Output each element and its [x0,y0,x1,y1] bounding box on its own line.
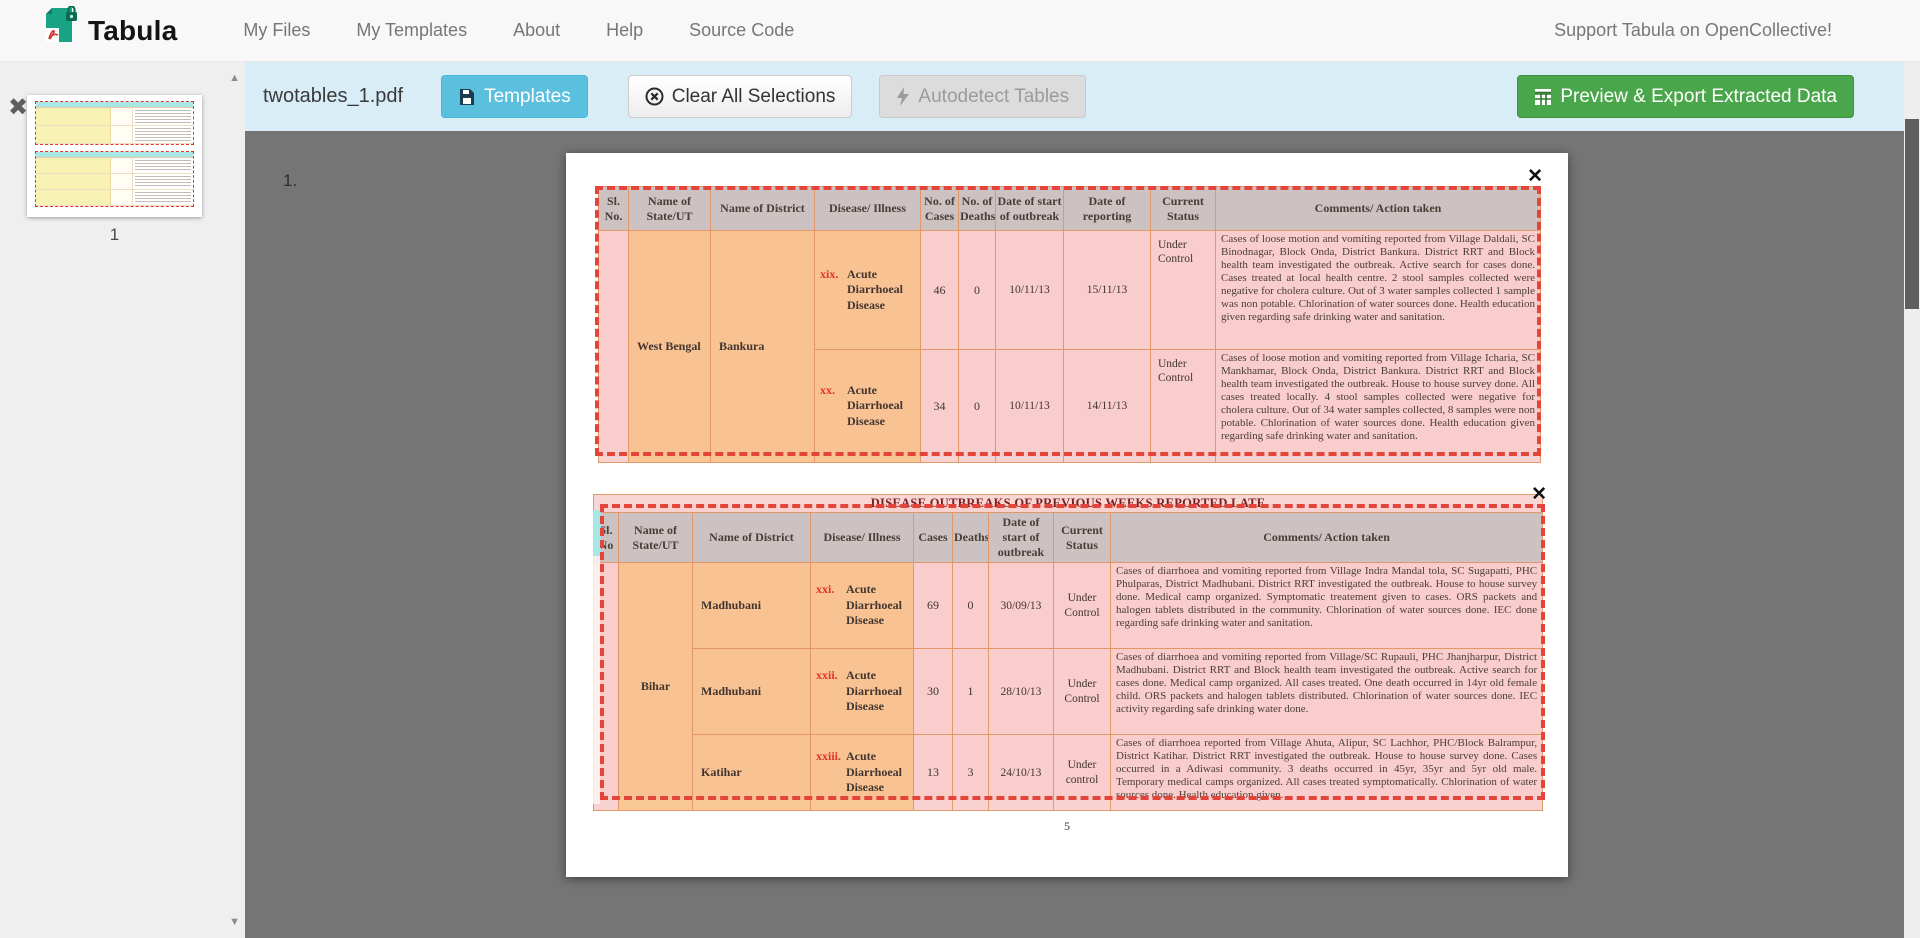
templates-button[interactable]: Templates [441,75,588,118]
thumb-selection-2 [35,151,194,207]
clear-all-selections-button[interactable]: Clear All Selections [628,75,853,118]
close-selection-1-icon[interactable]: ✕ [1527,165,1543,188]
untinted-body-sliver [593,556,600,804]
sidebar-thumbnails: ✖ 1 ▲ ▼ [0,62,245,938]
nav-links: My Files My Templates About Help Source … [243,20,794,41]
close-selection-2-icon[interactable]: ✕ [1531,483,1547,506]
tabula-logo-icon [42,6,78,55]
vertical-scrollbar[interactable] [1904,62,1920,938]
toolbar: twotables_1.pdf Templates Clear All Sele… [245,62,1904,131]
page-thumbnail[interactable] [27,95,202,217]
scrollbar-thumb[interactable] [1905,119,1919,309]
nav-item-about[interactable]: About [513,20,560,41]
thumb-selection-1 [35,101,194,145]
circled-x-icon [645,87,664,106]
nav-item-my-files[interactable]: My Files [243,20,310,41]
page-marker: 1. [283,171,297,191]
selection-overlay-2[interactable]: ✕ [600,504,1545,800]
nav-item-my-templates[interactable]: My Templates [356,20,467,41]
lightning-icon [896,87,910,106]
document-filename: twotables_1.pdf [263,85,403,108]
sidebar-scroll-up-icon[interactable]: ▲ [229,72,240,84]
preview-export-button[interactable]: Preview & Export Extracted Data [1517,75,1854,118]
nav-item-source-code[interactable]: Source Code [689,20,794,41]
tabula-app: Tabula My Files My Templates About Help … [0,0,1920,938]
pdf-page-number: 5 [566,819,1568,834]
pdf-page[interactable]: Sl. No. Name of State/UT Name of Distric… [566,153,1568,877]
spreadsheet-icon [1534,88,1552,106]
navbar: Tabula My Files My Templates About Help … [0,0,1920,62]
nav-item-help[interactable]: Help [606,20,643,41]
template-icon [458,88,476,106]
brand-title: Tabula [88,15,177,47]
document-viewport: 1. Sl. No. Name of State/UT Name of Dist… [245,131,1904,938]
brand[interactable]: Tabula [42,6,177,55]
page-thumbnail-number: 1 [27,225,202,245]
support-link[interactable]: Support Tabula on OpenCollective! [1554,20,1832,41]
autodetect-tables-button: Autodetect Tables [879,75,1086,118]
remove-page-icon[interactable]: ✖ [8,96,28,120]
sidebar-scroll-down-icon[interactable]: ▼ [229,916,240,928]
selection-overlay-1[interactable]: ✕ [595,186,1541,456]
